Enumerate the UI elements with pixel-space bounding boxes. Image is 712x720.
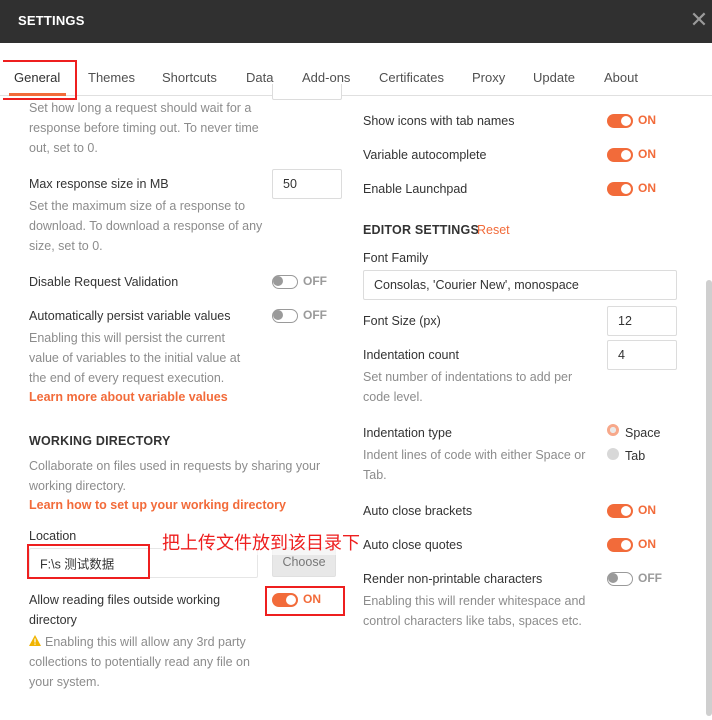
working-directory-help: Collaborate on files used in requests by… [29,459,321,493]
persist-vars-label: Automatically persist variable values [29,309,231,323]
indent-tab-radio[interactable] [607,448,619,460]
titlebar: SETTINGS ✕ [0,0,712,43]
toggle-state: ON [638,113,656,127]
tab-themes[interactable]: Themes [88,70,135,85]
variable-autocomplete-label: Variable autocomplete [363,148,487,162]
indent-count-help: Set number of indentations to add per co… [363,370,573,404]
indent-tab-label: Tab [625,449,646,463]
reset-link[interactable]: Reset [477,223,510,237]
show-icons-label: Show icons with tab names [363,114,515,128]
font-family-label: Font Family [363,251,429,265]
tab-about[interactable]: About [604,70,638,85]
render-np-label: Render non-printable characters [363,572,543,586]
indent-type-help: Indent lines of code with either Space o… [363,448,586,482]
max-response-input[interactable]: 50 [272,169,342,199]
tab-bar: General Themes Shortcuts Data Add-ons Ce… [0,43,712,96]
font-size-label: Font Size (px) [363,314,441,328]
indent-space-label: Space [625,426,661,440]
toggle-state: ON [638,503,656,517]
annotation-box-location [27,544,150,579]
font-family-value: Consolas, 'Courier New', monospace [374,278,579,292]
working-directory-link[interactable]: Learn how to set up your working directo… [29,498,286,512]
close-icon[interactable]: ✕ [688,9,710,31]
indent-space-radio[interactable] [607,424,619,436]
window-title: SETTINGS [18,13,85,28]
tab-add-ons[interactable]: Add-ons [302,70,350,85]
toggle-state: ON [638,181,656,195]
timeout-help: Set how long a request should wait for a… [29,101,259,155]
toggle-state: ON [638,147,656,161]
location-label: Location [29,529,77,543]
annotation-box-general-tab [3,60,77,100]
launchpad-label: Enable Launchpad [363,182,468,196]
annotation-text: 把上传文件放到该目录下 [162,529,360,555]
max-response-value: 50 [283,177,297,191]
max-response-help: Set the maximum size of a response to do… [29,199,263,253]
auto-brackets-label: Auto close brackets [363,504,473,518]
toggle-state: OFF [303,274,327,288]
tab-data[interactable]: Data [246,70,273,85]
indent-count-value: 4 [618,348,625,362]
warning-text: Enabling this will allow any 3rd party c… [29,635,250,689]
working-directory-header: WORKING DIRECTORY [29,434,171,448]
disable-validation-label: Disable Request Validation [29,275,179,289]
auto-quotes-label: Auto close quotes [363,538,463,552]
toggle-state: ON [638,537,656,551]
tab-shortcuts[interactable]: Shortcuts [162,70,217,85]
indent-type-label: Indentation type [363,426,452,440]
scrollbar[interactable] [706,280,712,716]
variable-values-link[interactable]: Learn more about variable values [29,390,228,404]
toggle-state: OFF [303,308,327,322]
indent-count-input[interactable]: 4 [607,340,677,370]
persist-vars-help: Enabling this will persist the current v… [29,331,241,385]
tab-proxy[interactable]: Proxy [472,70,505,85]
font-family-input[interactable]: Consolas, 'Courier New', monospace [363,270,677,300]
max-response-label: Max response size in MB [29,177,169,191]
allow-outside-label: Allow reading files outside working dire… [29,593,221,627]
render-np-help: Enabling this will render whitespace and… [363,594,586,628]
annotation-box-allow-toggle [265,586,345,616]
editor-settings-header: EDITOR SETTINGS [363,223,479,237]
indent-count-label: Indentation count [363,348,459,362]
toggle-state: OFF [638,571,662,585]
tab-update[interactable]: Update [533,70,575,85]
timeout-input[interactable] [272,84,342,100]
tab-certificates[interactable]: Certificates [379,70,444,85]
font-size-value: 12 [618,314,632,328]
font-size-input[interactable]: 12 [607,306,677,336]
